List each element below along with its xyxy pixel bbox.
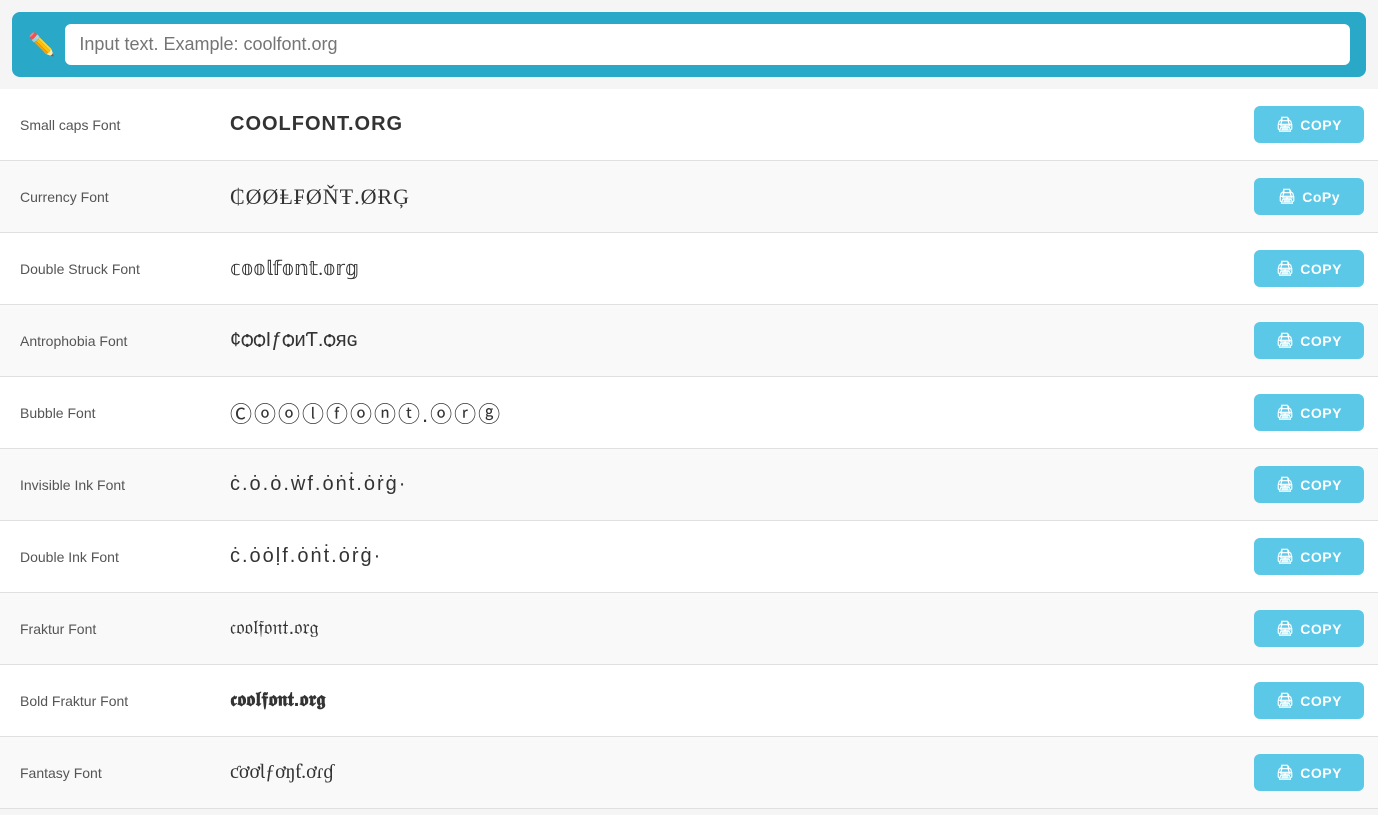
font-label: Antrophobia Font [0, 317, 220, 365]
main-container: ✏️ Small caps FontCOOLFONT.ORG 🖨 COPY Curre… [0, 12, 1378, 809]
font-preview: 𝕔𝕠𝕠𝕝𝕗𝕠𝕟𝕥.𝕠𝕣𝕘 [220, 240, 1240, 297]
copy-icon: 🖨 [1276, 116, 1294, 133]
font-label: Bold Fraktur Font [0, 677, 220, 725]
font-preview: ċ.ȯȯḷf.ȯṅṫ.ȯṙġ· [220, 529, 1240, 584]
copy-icon: 🖨 [1276, 404, 1294, 421]
copy-button-7[interactable]: 🖨 COPY [1254, 610, 1364, 647]
font-label: Currency Font [0, 173, 220, 221]
copy-label: COPY [1300, 549, 1342, 565]
copy-button-8[interactable]: 🖨 COPY [1254, 682, 1364, 719]
font-preview: 𝔠𝔬𝔬𝔩𝔣𝔬𝔫𝔱.𝔬𝔯𝔤 [220, 601, 1240, 656]
table-row: Invisible Ink Fontċ.ȯ.ȯ.ẇf.ȯṅṫ.ȯṙġ· 🖨 COPY [0, 449, 1378, 521]
copy-button-4[interactable]: 🖨 COPY [1254, 394, 1364, 431]
font-label: Double Ink Font [0, 533, 220, 581]
copy-button-6[interactable]: 🖨 COPY [1254, 538, 1364, 575]
table-row: Double Ink Fontċ.ȯȯḷf.ȯṅṫ.ȯṙġ· 🖨 COPY [0, 521, 1378, 593]
font-preview: ċ.ȯ.ȯ.ẇf.ȯṅṫ.ȯṙġ· [220, 457, 1240, 512]
font-preview: COOLFONT.ORG [220, 97, 1240, 152]
table-row: Antrophobia Font¢ѻѻӀƒѻиƬ.ѻяɢ 🖨 COPY [0, 305, 1378, 377]
copy-label: COPY [1300, 117, 1342, 133]
pencil-icon: ✏️ [28, 32, 55, 58]
table-row: Fantasy FontƈơơƖƒơŋƭ.ơɾɠ 🖨 COPY [0, 737, 1378, 809]
font-label: Small caps Font [0, 101, 220, 149]
copy-button-2[interactable]: 🖨 COPY [1254, 250, 1364, 287]
font-table: Small caps FontCOOLFONT.ORG 🖨 COPY Currency… [0, 89, 1378, 809]
table-row: Bubble FontⒸⓞⓞⓛⓕⓞⓝⓣ.ⓞⓡⓖ 🖨 COPY [0, 377, 1378, 449]
copy-icon: 🖨 [1276, 764, 1294, 781]
copy-label: COPY [1300, 405, 1342, 421]
copy-label: COPY [1300, 765, 1342, 781]
copy-icon: 🖨 [1276, 332, 1294, 349]
font-label: Fraktur Font [0, 605, 220, 653]
copy-label: COPY [1300, 621, 1342, 637]
copy-icon: 🖨 [1278, 188, 1296, 205]
copy-label: COPY [1300, 477, 1342, 493]
font-preview: ₵ØØⱠ₣ØŇŦ.ØɌĢ [220, 168, 1240, 226]
table-row: Small caps FontCOOLFONT.ORG 🖨 COPY [0, 89, 1378, 161]
copy-label: COPY [1300, 693, 1342, 709]
copy-label: COPY [1300, 261, 1342, 277]
table-row: Currency Font₵ØØⱠ₣ØŇŦ.ØɌĢ 🖨 CoPy [0, 161, 1378, 233]
font-label: Invisible Ink Font [0, 461, 220, 509]
copy-icon: 🖨 [1276, 620, 1294, 637]
copy-button-5[interactable]: 🖨 COPY [1254, 466, 1364, 503]
font-label: Double Struck Font [0, 245, 220, 293]
font-preview: ¢ѻѻӀƒѻиƬ.ѻяɢ [220, 313, 1240, 368]
copy-label: CoPy [1302, 189, 1340, 205]
copy-label: COPY [1300, 333, 1342, 349]
copy-icon: 🖨 [1276, 692, 1294, 709]
table-row: Bold Fraktur Font𝖈𝖔𝖔𝖑𝖋𝖔𝖓𝖙.𝖔𝖗𝖌 🖨 COPY [0, 665, 1378, 737]
copy-icon: 🖨 [1276, 548, 1294, 565]
font-preview: ƈơơƖƒơŋƭ.ơɾɠ [220, 745, 1240, 800]
font-label: Fantasy Font [0, 749, 220, 797]
copy-button-9[interactable]: 🖨 COPY [1254, 754, 1364, 791]
font-label: Bubble Font [0, 389, 220, 437]
table-row: Fraktur Font𝔠𝔬𝔬𝔩𝔣𝔬𝔫𝔱.𝔬𝔯𝔤 🖨 COPY [0, 593, 1378, 665]
font-preview: Ⓒⓞⓞⓛⓕⓞⓝⓣ.ⓞⓡⓖ [220, 381, 1240, 445]
copy-icon: 🖨 [1276, 260, 1294, 277]
copy-button-1[interactable]: 🖨 CoPy [1254, 178, 1364, 215]
text-input[interactable] [65, 24, 1350, 65]
font-preview: 𝖈𝖔𝖔𝖑𝖋𝖔𝖓𝖙.𝖔𝖗𝖌 [220, 673, 1240, 728]
header-bar: ✏️ [12, 12, 1366, 77]
table-row: Double Struck Font𝕔𝕠𝕠𝕝𝕗𝕠𝕟𝕥.𝕠𝕣𝕘 🖨 COPY [0, 233, 1378, 305]
copy-button-3[interactable]: 🖨 COPY [1254, 322, 1364, 359]
copy-button-0[interactable]: 🖨 COPY [1254, 106, 1364, 143]
copy-icon: 🖨 [1276, 476, 1294, 493]
